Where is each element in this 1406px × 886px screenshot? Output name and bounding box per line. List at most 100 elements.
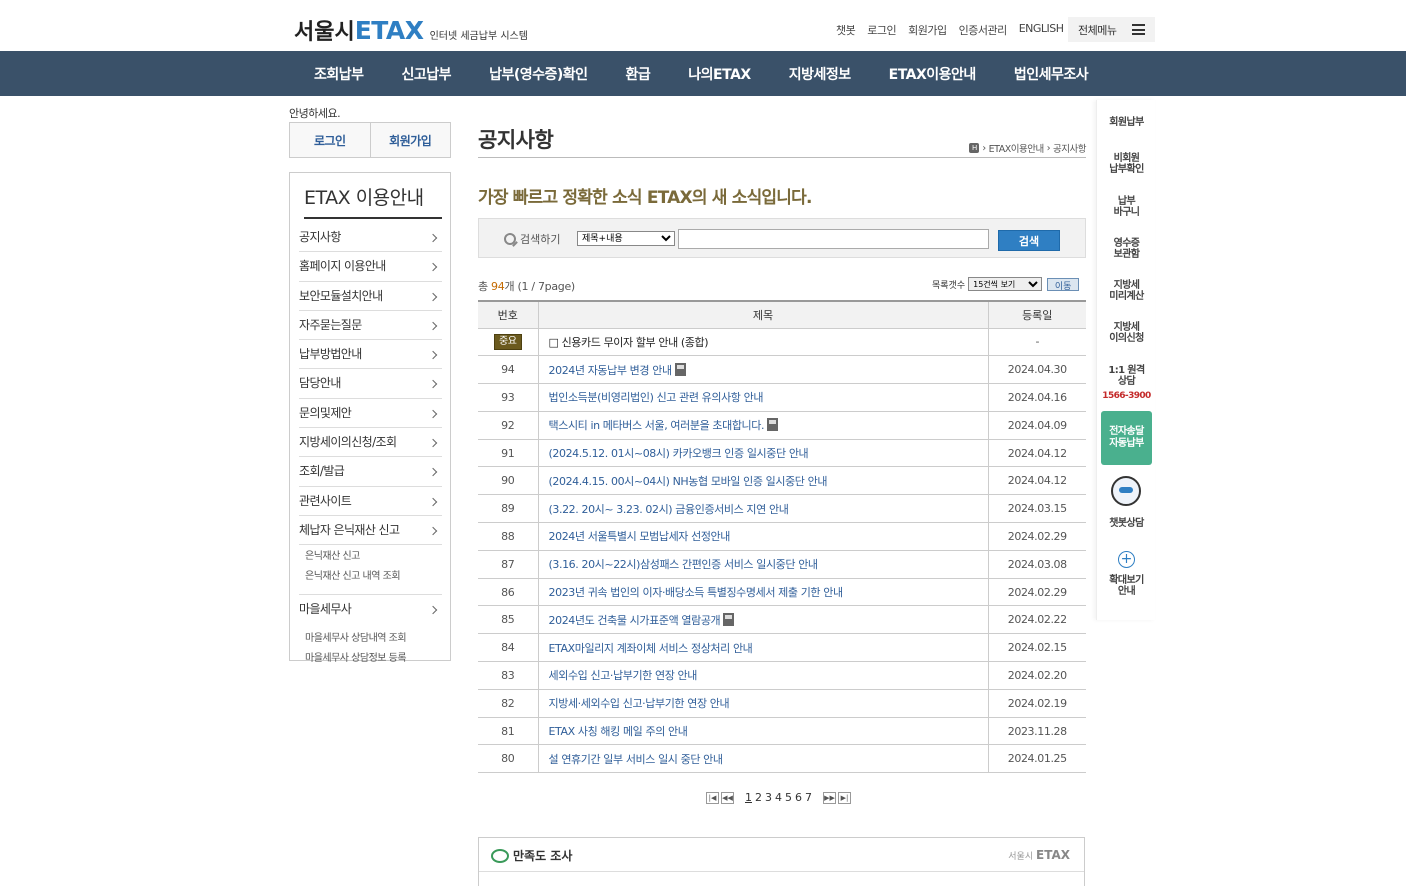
sidebar-item-contacts[interactable]: 담당안내 [299,369,442,399]
row-number: 91 [478,438,539,468]
sidebar-item-related-sites[interactable]: 관련사이트 [299,487,442,516]
quick-pay-basket[interactable]: 납부 바구니 [1097,196,1156,218]
quick-tax-calc[interactable]: 지방세 미리계산 [1097,280,1156,302]
util-login-link[interactable]: 로그인 [867,22,896,38]
row-title-link[interactable]: 세외수입 신고·납부기한 연장 안내 [537,661,989,690]
first-page-icon[interactable]: |◀ [706,791,719,804]
sidebar-join-button[interactable]: 회원가입 [371,123,451,157]
quick-remote-support[interactable]: 1:1 원격 상담 [1097,365,1156,387]
sidebar-item-faq[interactable]: 자주묻는질문 [299,311,442,341]
sidebar-item-objection[interactable]: 지방세이의신청/조회 [299,428,442,458]
quick-member-pay[interactable]: 회원납부 [1097,117,1156,128]
page-number-link[interactable]: 4 [774,791,783,804]
gnb-item-local-tax-info[interactable]: 지방세정보 [789,64,851,84]
gnb-item-corp-audit[interactable]: 법인세무조사 [1014,64,1089,84]
util-chatbot-link[interactable]: 챗봇 [836,22,856,38]
quick-chatbot[interactable]: 챗봇상담 [1097,518,1156,529]
util-cert-link[interactable]: 인증서관리 [959,22,1008,38]
chevron-right-icon [428,526,438,536]
gnb-item-receipt[interactable]: 납부(영수증)확인 [489,64,588,84]
sidebar-item-security-module[interactable]: 보안모듈설치안내 [299,282,442,311]
home-icon[interactable]: H [969,143,980,153]
table-row: 92 택스시티 in 메타버스 서울, 여러분을 초대합니다. 2024.04.09 [478,410,1086,440]
list-size-go-button[interactable]: 이동 [1047,277,1080,292]
row-title-link[interactable]: 지방세·세외수입 신고·납부기한 연장 안내 [537,688,989,718]
row-number: 87 [478,549,539,579]
etax-logo[interactable]: 서울시 ETAX 인터넷 세금납부 시스템 [294,14,528,46]
row-title-link[interactable]: 2024년 자동납부 변경 안내 [537,355,989,385]
page-number-link[interactable]: 7 [804,791,813,804]
chatbot-robot-icon[interactable] [1111,476,1141,506]
row-title-link[interactable]: 2024년 서울특별시 모범납세자 선정안내 [537,522,989,551]
gnb-item-refund[interactable]: 환급 [626,64,651,84]
row-date: 2023.11.28 [987,716,1086,746]
list-size-select[interactable]: 15건씩 보기 [968,277,1043,291]
breadcrumb-sep: › [982,142,986,154]
all-menu-button[interactable]: 전체메뉴 [1068,17,1155,42]
search-button[interactable]: 검색 [998,230,1060,251]
prev-page-icon[interactable]: ◀◀ [721,791,734,804]
row-number: 82 [478,688,539,718]
sub-hidden-assets-report[interactable]: 은닉재산 신고 [299,547,442,567]
gnb-item-report-pay[interactable]: 신고납부 [402,64,452,84]
row-title-link[interactable]: 법인소득분(비영리법인) 신고 관련 유의사항 안내 [537,383,989,412]
search-input[interactable] [678,229,989,249]
page-number-link[interactable]: 3 [764,791,773,804]
util-english-link[interactable]: ENGLISH [1019,22,1064,38]
sidebar-item-hidden-assets[interactable]: 체납자 은닉재산 신고 [299,516,442,546]
sidebar-item-notice[interactable]: 공지사항 [299,223,442,253]
gnb-item-etax-guide[interactable]: ETAX이용안내 [889,64,977,84]
quick-menu: 회원납부 비회원 납부확인 납부 바구니 영수증 보관함 지방세 미리계산 지방… [1096,100,1155,620]
row-title-link[interactable]: (2024.5.12. 01시~08시) 카카오뱅크 인증 일시중단 안내 [537,438,989,468]
logo-etax: ETAX [354,16,424,45]
village-tax-submenu: 마을세무사 상담내역 조회 마을세무사 상담정보 등록 [299,625,442,681]
page-number-link[interactable]: 5 [784,791,793,804]
quick-receipt-box[interactable]: 영수증 보관함 [1097,238,1156,260]
page-number-link[interactable]: 1 [744,791,753,804]
gnb-item-inquiry-pay[interactable]: 조회납부 [314,64,364,84]
sidebar-item-village-tax[interactable]: 마을세무사 [299,595,442,624]
last-page-icon[interactable]: ▶| [838,791,851,804]
attachment-icon [723,612,735,626]
sidebar-item-label: 관련사이트 [299,493,352,508]
next-page-icon[interactable]: ▶▶ [823,791,836,804]
sidebar-item-issue[interactable]: 조회/발급 [299,457,442,487]
quick-nonmember-check[interactable]: 비회원 납부확인 [1097,153,1156,175]
row-number: 89 [478,494,539,524]
row-title-link[interactable]: ETAX 사칭 해킹 메일 주의 안내 [537,716,989,746]
sidebar-item-inquiry[interactable]: 문의및제안 [299,399,442,429]
search-type-select[interactable]: 제목+내용 [577,231,675,246]
sidebar-login-button[interactable]: 로그인 [290,123,371,157]
sub-village-register[interactable]: 마을세무사 상담정보 등록 [299,649,442,669]
row-title-link[interactable]: (3.16. 20시~22시)삼성패스 간편인증 서비스 일시중단 안내 [537,549,989,579]
page-number-link[interactable]: 2 [754,791,763,804]
row-title-link[interactable]: ETAX마일리지 계좌이체 서비스 정상처리 안내 [537,633,989,663]
quick-e-delivery-button[interactable]: 전자송달 자동납부 [1101,411,1152,465]
sub-village-history[interactable]: 마을세무사 상담내역 조회 [299,629,442,649]
page-number-link[interactable]: 6 [794,791,803,804]
sidebar-item-homepage-guide[interactable]: 홈페이지 이용안내 [299,252,442,282]
gnb-item-my-etax[interactable]: 나의ETAX [688,64,751,84]
utility-links: 챗봇 로그인 회원가입 인증서관리 ENGLISH [836,22,1064,38]
table-row: 81 ETAX 사칭 해킹 메일 주의 안내 2023.11.28 [478,716,1086,746]
row-date: 2024.03.08 [987,549,1086,579]
sidebar-item-label: 지방세이의신청/조회 [299,435,397,450]
row-title-link[interactable]: 2024년도 건축물 시가표준액 열람공개 [537,605,989,635]
breadcrumb: H › ETAX이용안내 › 공지사항 [969,141,1086,155]
row-title-text: 지방세·세외수입 신고·납부기한 연장 안내 [548,697,730,711]
row-title-link[interactable]: □ 신용카드 무이자 할부 안내 (종합) [537,327,989,357]
sidebar-item-payment-methods[interactable]: 납부방법안내 [299,340,442,370]
util-join-link[interactable]: 회원가입 [908,22,947,38]
row-title-link[interactable]: 설 연휴기간 일부 서비스 일시 중단 안내 [537,744,989,774]
row-title-link[interactable]: 택스시티 in 메타버스 서울, 여러분을 초대합니다. [537,410,989,440]
breadcrumb-item[interactable]: ETAX이용안내 [989,141,1045,155]
row-title-link[interactable]: (2024.4.15. 00시~04시) NH농협 모바일 인증 일시중단 안내 [537,466,989,496]
row-title-link[interactable]: 2023년 귀속 법인의 이자·배당소득 특별징수명세서 제출 기한 안내 [537,577,989,607]
zoom-plus-icon[interactable]: + [1118,551,1135,568]
breadcrumb-item[interactable]: 공지사항 [1053,141,1086,155]
sidebar-item-label: 홈페이지 이용안내 [299,259,386,274]
quick-objection[interactable]: 지방세 이의신청 [1097,322,1156,344]
row-title-link[interactable]: (3.22. 20시~ 3.23. 02시) 금융인증서비스 지연 안내 [537,494,989,524]
quick-zoom-guide[interactable]: 확대보기 안내 [1097,575,1156,597]
sub-hidden-assets-history[interactable]: 은닉재산 신고 내역 조회 [299,567,442,587]
